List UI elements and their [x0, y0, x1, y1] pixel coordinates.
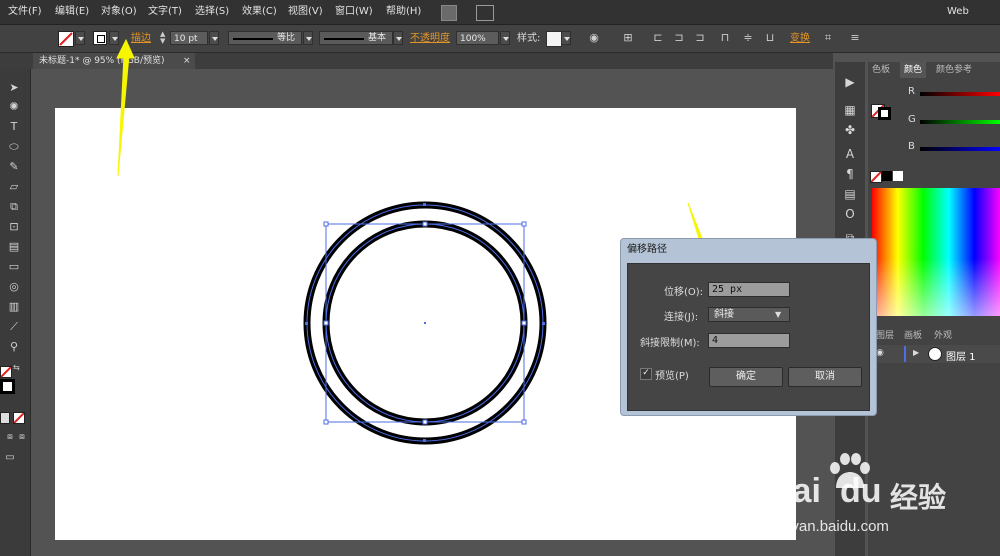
tab-color-guide[interactable]: 颜色参考 — [932, 62, 976, 78]
color-spectrum[interactable] — [872, 188, 1000, 316]
visibility-eye-icon[interactable]: ◉ — [876, 348, 884, 358]
handle-tr[interactable] — [521, 221, 527, 227]
join-label: 连接(J): — [664, 312, 699, 323]
cancel-button[interactable]: 取消 — [788, 367, 862, 387]
watermark-brand: Bai — [768, 472, 821, 510]
white-color-chip[interactable] — [893, 171, 903, 181]
panel-stroke-swatch[interactable] — [878, 107, 891, 120]
miter-label: 斜接限制(M): — [640, 338, 700, 349]
dialog-title: 偏移路径 — [627, 244, 667, 255]
watermark-url: jingyan.baidu.com — [768, 518, 889, 535]
channel-b-label: B — [908, 141, 915, 152]
layer-row[interactable]: ◉ ▶ 图层 1 — [868, 345, 1000, 363]
paragraph-panel-icon[interactable]: ¶ — [841, 166, 859, 182]
miter-input[interactable]: 4 — [708, 333, 790, 348]
tab-appearance[interactable]: 外观 — [930, 328, 956, 344]
baidu-jingyan-watermark: Bai du 经验 jingyan.baidu.com — [760, 452, 996, 552]
channel-g-label: G — [908, 114, 916, 125]
handle-mr[interactable] — [521, 320, 527, 326]
dialog-body: 位移(O): 25 px 连接(J): 斜接 ▼ 斜接限制(M): 4 ✓ 预览… — [627, 263, 870, 411]
join-value: 斜接 — [714, 309, 734, 320]
join-dropdown-icon: ▼ — [775, 310, 782, 319]
b-slider[interactable] — [920, 147, 1000, 151]
handle-bl[interactable] — [323, 419, 329, 425]
channel-r-label: R — [908, 86, 915, 97]
watermark-brand-2: du — [840, 472, 882, 510]
opentype-panel-icon[interactable]: O — [841, 206, 859, 222]
arrow-stroke-shaft — [117, 54, 130, 177]
tab-color[interactable]: 颜色 — [900, 62, 927, 78]
tab-artboards[interactable]: 画板 — [900, 328, 926, 344]
handle-tl[interactable] — [323, 221, 329, 227]
center-point — [424, 322, 426, 324]
expand-layer-icon[interactable]: ▶ — [913, 348, 919, 357]
r-slider[interactable] — [920, 92, 1000, 96]
character-panel-icon[interactable]: A — [841, 146, 859, 162]
symbols-icon[interactable]: ✤ — [841, 122, 859, 138]
tab-swatches[interactable]: 色板 — [868, 62, 894, 78]
layer-name[interactable]: 图层 1 — [946, 348, 976, 363]
black-color-chip[interactable] — [882, 171, 892, 181]
collapse-panels-icon[interactable]: ▶ — [841, 74, 859, 90]
handle-tc[interactable] — [422, 221, 428, 227]
none-chip-icon — [870, 171, 882, 183]
arrow-stroke-head — [116, 38, 135, 59]
handle-bc[interactable] — [422, 419, 428, 425]
offset-input[interactable]: 25 px — [708, 282, 790, 297]
handle-br[interactable] — [521, 419, 527, 425]
g-slider[interactable] — [920, 120, 1000, 124]
layer-color-bar — [904, 346, 906, 362]
preview-checkbox[interactable]: ✓ — [640, 368, 652, 380]
handle-ml[interactable] — [323, 320, 329, 326]
watermark-product: 经验 — [890, 481, 947, 514]
none-color-chip[interactable] — [870, 171, 882, 183]
color-guide-icon[interactable]: ▦ — [841, 102, 859, 118]
ok-button[interactable]: 确定 — [709, 367, 783, 387]
preview-label[interactable]: 预览(P) — [655, 367, 689, 382]
align-panel-icon[interactable]: ▤ — [841, 186, 859, 202]
offset-label: 位移(O): — [664, 287, 704, 298]
join-select[interactable]: 斜接 ▼ — [708, 307, 790, 322]
offset-path-dialog: 偏移路径 位移(O): 25 px 连接(J): 斜接 ▼ 斜接限制(M): 4… — [620, 238, 877, 416]
layer-thumbnail — [928, 347, 942, 361]
